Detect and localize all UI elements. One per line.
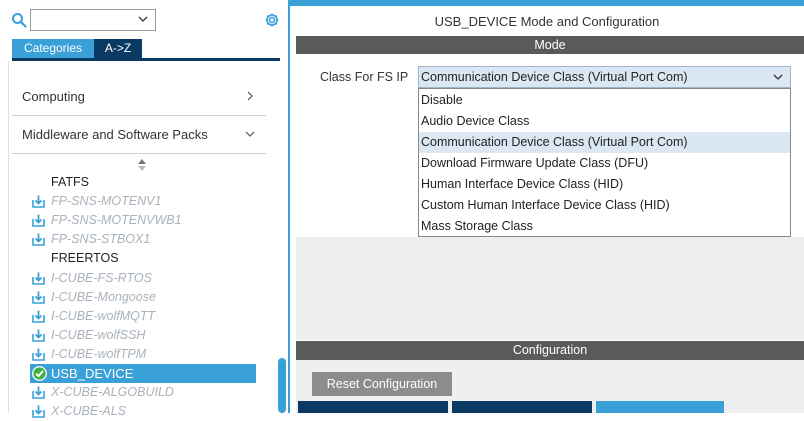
check-circle-icon [32, 366, 47, 381]
list-item-label: FP-SNS-MOTENVWB1 [51, 213, 182, 227]
class-dropdown-list: Disable Audio Device Class Communication D… [418, 88, 791, 237]
chevron-down-icon [245, 131, 255, 137]
dropdown-option[interactable]: Human Interface Device Class (HID) [419, 174, 790, 195]
list-item[interactable]: I-CUBE-wolfTPM [30, 345, 256, 364]
list-item[interactable]: X-CUBE-ALS [30, 402, 256, 421]
sort-icon[interactable] [137, 158, 147, 172]
tab-categories[interactable]: Categories [12, 39, 94, 58]
download-icon [32, 329, 45, 342]
reset-configuration-button[interactable]: Reset Configuration [312, 372, 452, 396]
category-middleware[interactable]: Middleware and Software Packs [12, 116, 266, 154]
page-title: USB_DEVICE Mode and Configuration [434, 14, 660, 29]
list-item-label: I-CUBE-Mongoose [51, 290, 156, 304]
dropdown-option[interactable]: Custom Human Interface Device Class (HID… [419, 195, 790, 216]
gear-icon[interactable] [264, 12, 280, 28]
list-item-label: I-CUBE-wolfSSH [51, 328, 146, 342]
config-subtab-2[interactable] [452, 401, 592, 413]
category-label: Middleware and Software Packs [22, 127, 208, 142]
list-item-label: I-CUBE-wolfTPM [51, 347, 147, 361]
list-item[interactable]: USB_DEVICE [30, 364, 256, 383]
list-item[interactable]: FATFS [30, 173, 256, 192]
dropdown-option[interactable]: Download Firmware Update Class (DFU) [419, 153, 790, 174]
mode-section-header: Mode [296, 36, 804, 54]
list-item-label: X-CUBE-ALGOBUILD [51, 385, 174, 399]
config-subtab-3[interactable] [596, 401, 724, 413]
download-icon [32, 233, 45, 246]
config-subtab-1[interactable] [298, 401, 448, 413]
mode-area-background [296, 237, 804, 340]
class-for-fs-ip-label: Class For FS IP [320, 70, 409, 84]
list-item[interactable]: FP-SNS-MOTENVWB1 [30, 211, 256, 230]
left-scrollbar[interactable] [278, 358, 286, 413]
tab-a-to-z[interactable]: A->Z [94, 39, 142, 58]
download-icon [32, 348, 45, 361]
list-item[interactable]: I-CUBE-wolfMQTT [30, 307, 256, 326]
list-item-label: I-CUBE-wolfMQTT [51, 309, 156, 323]
dropdown-option[interactable]: Communication Device Class (Virtual Port… [419, 132, 790, 153]
download-icon [32, 405, 45, 418]
category-computing[interactable]: Computing [12, 78, 266, 116]
select-value: Communication Device Class (Virtual Port… [421, 70, 688, 84]
list-item[interactable]: I-CUBE-FS-RTOS [30, 269, 256, 288]
search-icon[interactable] [11, 12, 27, 28]
dropdown-option[interactable]: Mass Storage Class [419, 216, 790, 237]
list-item[interactable]: FP-SNS-STBOX1 [30, 230, 256, 249]
download-icon [32, 195, 45, 208]
dropdown-option[interactable]: Disable [419, 90, 790, 111]
list-item[interactable]: I-CUBE-Mongoose [30, 288, 256, 307]
dropdown-option[interactable]: Audio Device Class [419, 111, 790, 132]
list-item-label: FREERTOS [51, 251, 119, 265]
list-item-label: USB_DEVICE [51, 366, 134, 381]
list-item[interactable]: I-CUBE-wolfSSH [30, 326, 256, 345]
category-tabs: Categories A->Z [12, 39, 142, 58]
download-icon [32, 214, 45, 227]
download-icon [32, 386, 45, 399]
class-for-fs-ip-select[interactable]: Communication Device Class (Virtual Port… [418, 66, 791, 88]
category-label: Computing [22, 89, 85, 104]
list-item[interactable]: FP-SNS-MOTENV1 [30, 192, 256, 211]
search-combobox[interactable] [30, 9, 156, 31]
list-item-label: FP-SNS-STBOX1 [51, 232, 151, 246]
download-icon [32, 272, 45, 285]
right-panel: USB_DEVICE Mode and Configuration Mode C… [290, 6, 804, 413]
list-item[interactable]: FREERTOS [30, 249, 256, 268]
list-item-label: I-CUBE-FS-RTOS [51, 271, 152, 285]
list-item[interactable]: X-CUBE-ALGOBUILD [30, 383, 256, 402]
chevron-down-icon[interactable] [772, 71, 784, 83]
configuration-section-header: Configuration [296, 341, 804, 360]
list-item-label: X-CUBE-ALS [51, 404, 127, 418]
download-icon [32, 310, 45, 323]
chevron-down-icon[interactable] [137, 13, 149, 25]
download-icon [32, 291, 45, 304]
list-item-label: FP-SNS-MOTENV1 [51, 194, 162, 208]
list-item-label: FATFS [51, 175, 89, 189]
chevron-right-icon [247, 91, 253, 101]
